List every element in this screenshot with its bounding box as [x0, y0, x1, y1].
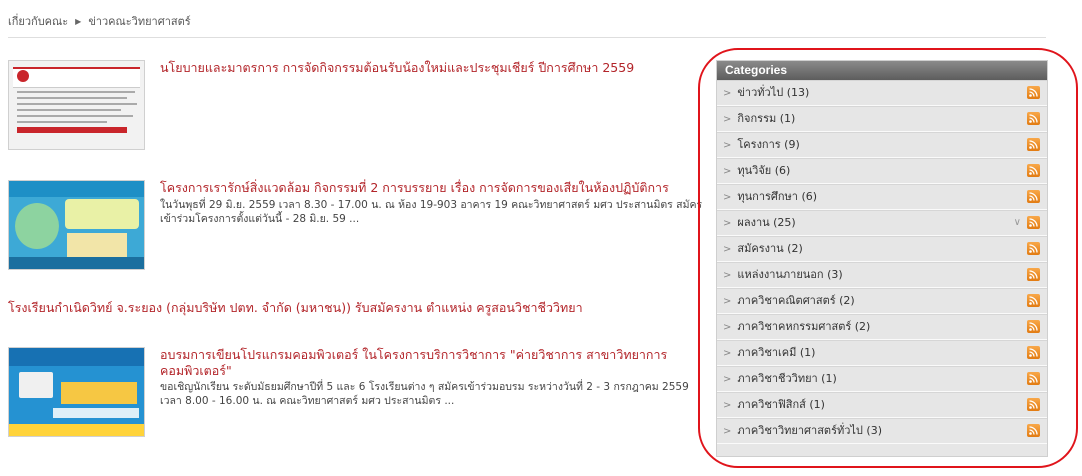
post-title-4[interactable]: อบรมการเขียนโปรแกรมคอมพิวเตอร์ ในโครงการ… [160, 347, 667, 379]
breadcrumb-home-link[interactable]: เกี่ยวกับคณะ [8, 12, 68, 30]
post-desc-4: ขอเชิญนักเรียน ระดับมัธยมศึกษาปีที่ 5 แล… [160, 381, 689, 407]
post-title-3[interactable]: โรงเรียนกำเนิดวิทย์ จ.ระยอง (กลุ่มบริษัท… [8, 300, 583, 316]
categories-widget: Categories > ข่าวทั่วไป (13) > กิจกรรม (1)… [716, 60, 1048, 457]
chevron-right-icon: > [723, 88, 732, 99]
rss-feed-icon[interactable] [1027, 190, 1040, 203]
chevron-right-icon: > [723, 400, 732, 411]
post-thumbnail-2[interactable] [8, 180, 145, 270]
chevron-right-icon: > [723, 114, 732, 125]
chevron-right-icon: > [723, 140, 732, 151]
rss-feed-icon[interactable] [1027, 138, 1040, 151]
rss-feed-icon[interactable] [1027, 294, 1040, 307]
post-title-2[interactable]: โครงการเรารักษ์สิ่งแวดล้อม กิจกรรมที่ 2 … [160, 180, 669, 196]
category-item[interactable]: > ผลงาน (25) ∨ [717, 210, 1047, 236]
rss-feed-icon[interactable] [1027, 346, 1040, 359]
category-item[interactable]: > ภาควิชาคณิตศาสตร์ (2) [717, 288, 1047, 314]
rss-feed-icon[interactable] [1027, 320, 1040, 333]
chevron-right-icon: > [723, 296, 732, 307]
category-item[interactable]: > ภาควิชาฟิสิกส์ (1) [717, 392, 1047, 418]
chevron-right-icon: > [723, 166, 732, 177]
categories-header: Categories [717, 61, 1047, 80]
category-item[interactable]: > โครงการ (9) [717, 132, 1047, 158]
rss-feed-icon[interactable] [1027, 164, 1040, 177]
computer-icon [19, 372, 53, 398]
chevron-right-icon: > [723, 218, 732, 229]
breadcrumb: เกี่ยวกับคณะ ▶ ข่าวคณะวิทยาศาสตร์ [8, 12, 191, 30]
thumb-logo-icon [17, 70, 29, 82]
chevron-right-icon: > [723, 270, 732, 281]
chevron-right-icon: > [723, 426, 732, 437]
rss-feed-icon[interactable] [1027, 216, 1040, 229]
rss-feed-icon[interactable] [1027, 424, 1040, 437]
thumb-header [13, 67, 140, 88]
post-thumbnail-4[interactable] [8, 347, 145, 437]
chevron-right-icon: > [723, 374, 732, 385]
category-item[interactable]: > สมัครงาน (2) [717, 236, 1047, 262]
breadcrumb-separator-icon: ▶ [75, 16, 82, 26]
rss-feed-icon[interactable] [1027, 372, 1040, 385]
chevron-right-icon: > [723, 192, 732, 203]
category-item[interactable]: > แหล่งงานภายนอก (3) [717, 262, 1047, 288]
chevron-right-icon: > [723, 244, 732, 255]
breadcrumb-current: ข่าวคณะวิทยาศาสตร์ [88, 15, 191, 28]
rss-feed-icon[interactable] [1027, 268, 1040, 281]
header-divider [8, 37, 1046, 38]
recycle-icon [15, 203, 59, 249]
category-item[interactable]: > ภาควิชาเคมี (1) [717, 340, 1047, 366]
post-desc-2: ในวันพุธที่ 29 มิ.ย. 2559 เวลา 8.30 - 17… [160, 199, 703, 225]
category-item[interactable]: > ทุนการศึกษา (6) [717, 184, 1047, 210]
categories-list: > ข่าวทั่วไป (13) > กิจกรรม (1) > โครงการ (… [717, 80, 1047, 444]
expand-chevron-icon[interactable]: ∨ [1014, 211, 1021, 235]
chevron-right-icon: > [723, 322, 732, 333]
post-title-1[interactable]: นโยบายและมาตรการ การจัดกิจกรรมต้อนรับน้อ… [160, 60, 634, 76]
category-item[interactable]: > ภาควิชาคหกรรมศาสตร์ (2) [717, 314, 1047, 340]
rss-feed-icon[interactable] [1027, 112, 1040, 125]
rss-feed-icon[interactable] [1027, 86, 1040, 99]
category-item[interactable]: > ภาควิชาชีววิทยา (1) [717, 366, 1047, 392]
category-item[interactable]: > ทุนวิจัย (6) [717, 158, 1047, 184]
chevron-right-icon: > [723, 348, 732, 359]
category-item[interactable]: > ข่าวทั่วไป (13) [717, 80, 1047, 106]
post-thumbnail-1[interactable] [8, 60, 145, 150]
category-item[interactable]: > กิจกรรม (1) [717, 106, 1047, 132]
rss-feed-icon[interactable] [1027, 398, 1040, 411]
rss-feed-icon[interactable] [1027, 242, 1040, 255]
category-item[interactable]: > ภาควิชาวิทยาศาสตร์ทั่วไป (3) [717, 418, 1047, 444]
